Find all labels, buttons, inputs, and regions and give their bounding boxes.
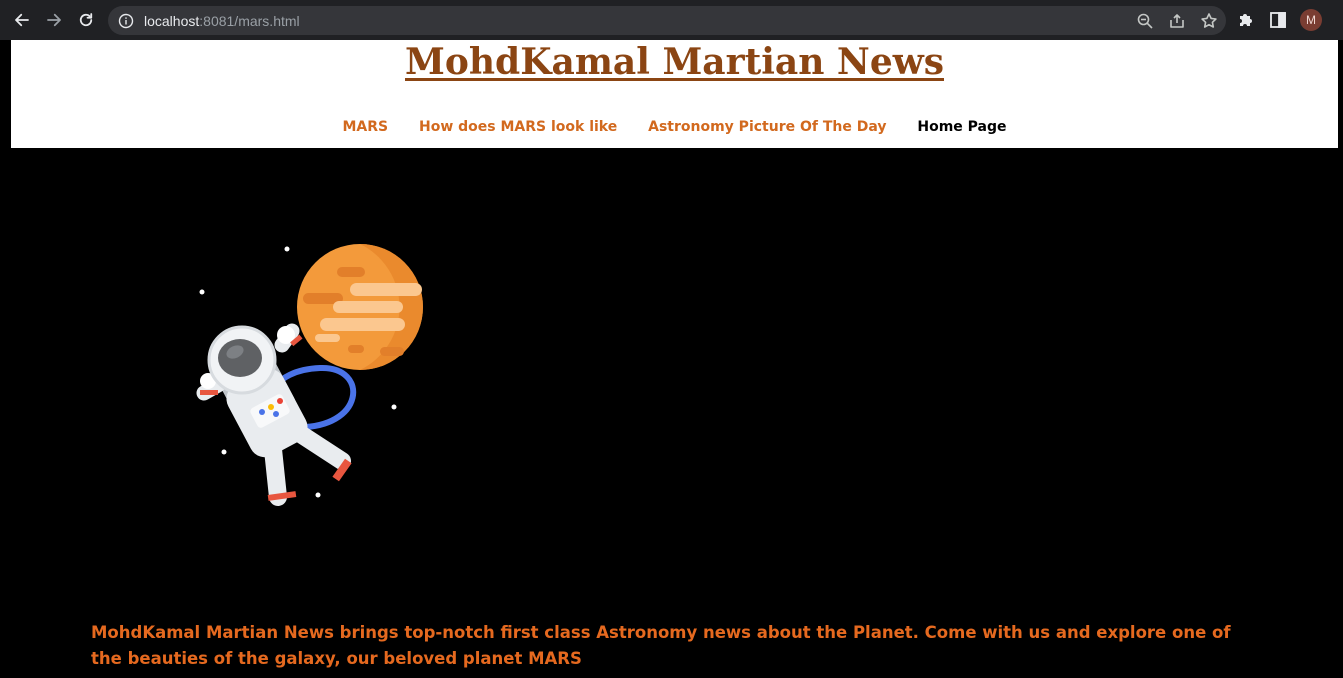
mars-planet-icon bbox=[297, 244, 423, 370]
nav-link-astronomy-picture[interactable]: Astronomy Picture Of The Day bbox=[648, 119, 886, 135]
url-path: :8081/mars.html bbox=[199, 12, 300, 29]
forward-icon[interactable] bbox=[38, 4, 70, 36]
share-icon[interactable] bbox=[1168, 12, 1186, 30]
zoom-icon[interactable] bbox=[1136, 12, 1154, 30]
nav-link-home-page[interactable]: Home Page bbox=[917, 119, 1006, 135]
site-info-icon[interactable] bbox=[118, 13, 134, 29]
url-text: localhost:8081/mars.html bbox=[144, 13, 300, 29]
intro-text: MohdKamal Martian News brings top-notch … bbox=[91, 623, 1231, 668]
reload-icon[interactable] bbox=[70, 4, 102, 36]
main-nav: MARS How does MARS look like Astronomy P… bbox=[11, 119, 1338, 135]
side-panel-icon[interactable] bbox=[1268, 10, 1288, 30]
site-title: MohdKamal Martian News bbox=[11, 40, 1338, 84]
back-icon[interactable] bbox=[6, 4, 38, 36]
browser-toolbar: localhost:8081/mars.html M bbox=[0, 0, 1343, 40]
astronaut-mars-illustration bbox=[190, 235, 440, 515]
address-bar[interactable]: localhost:8081/mars.html bbox=[108, 6, 1226, 35]
bookmark-star-icon[interactable] bbox=[1200, 12, 1218, 30]
site-header: MohdKamal Martian News MARS How does MAR… bbox=[11, 40, 1338, 148]
profile-avatar[interactable]: M bbox=[1300, 9, 1322, 31]
site-title-link[interactable]: MohdKamal Martian News bbox=[405, 41, 944, 83]
nav-link-mars[interactable]: MARS bbox=[342, 119, 388, 135]
url-host: localhost bbox=[144, 12, 200, 29]
extensions-icon[interactable] bbox=[1236, 10, 1256, 30]
nav-link-how-mars-looks[interactable]: How does MARS look like bbox=[419, 119, 617, 135]
